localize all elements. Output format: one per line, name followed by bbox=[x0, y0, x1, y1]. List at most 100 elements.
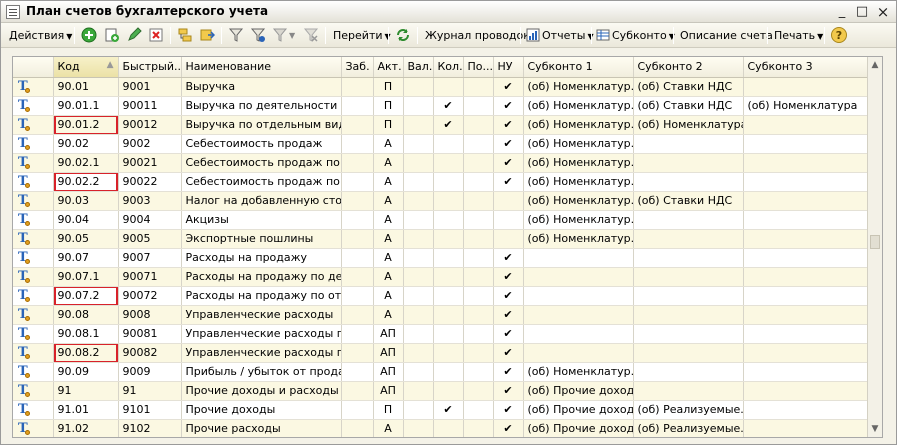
help-icon[interactable]: ? bbox=[831, 27, 847, 43]
cell-subkonto2: (об) Реализуемые... bbox=[633, 400, 744, 420]
minimize-button[interactable]: _ bbox=[833, 3, 851, 21]
column-header-quick[interactable]: Быстрый... bbox=[118, 57, 182, 78]
account-type-icon: T bbox=[17, 136, 31, 151]
copy-icon[interactable] bbox=[104, 27, 120, 43]
table-row[interactable]: T 90.01.1 90011Выручка по деятельности с .… bbox=[13, 96, 882, 116]
table-row[interactable]: T 91.02 9102 Прочие расходы А ✔ (об) Прочие до… bbox=[13, 419, 882, 437]
cell-subkonto3 bbox=[743, 362, 882, 382]
column-header-subkonto2[interactable]: Субконто 2 bbox=[633, 57, 744, 78]
cell-quantity-flag: ✔ bbox=[433, 115, 464, 135]
cell-subkonto2 bbox=[633, 381, 744, 401]
table-row[interactable]: T 90.07.1 90071Расходы на продажу по деят.… bbox=[13, 267, 882, 287]
cell-code: 91.01 bbox=[53, 400, 119, 420]
cell-account-name: Себестоимость продаж bbox=[181, 134, 342, 154]
cell-currency-flag bbox=[403, 400, 434, 420]
table-row[interactable]: T 91 91 Прочие доходы и расходы АП ✔ (об) Проч… bbox=[13, 381, 882, 401]
column-header-akt[interactable]: Акт. bbox=[373, 57, 404, 78]
table-row[interactable]: T 90.01.2 90012Выручка по отдельным вида..… bbox=[13, 115, 882, 135]
cell-account-type: А bbox=[373, 134, 404, 154]
cell-currency-flag bbox=[403, 362, 434, 382]
vertical-scrollbar[interactable]: ▲ ▼ bbox=[867, 57, 882, 437]
filter-dropdown-chevron-icon[interactable]: ▼ bbox=[289, 26, 295, 45]
hierarchy-icon[interactable] bbox=[177, 27, 193, 43]
column-header-po[interactable]: По... bbox=[463, 57, 494, 78]
table-row[interactable]: T 90.03 9003Налог на добавленную стои... А (… bbox=[13, 191, 882, 211]
delete-icon[interactable] bbox=[148, 27, 164, 43]
cell-offbalance-flag bbox=[341, 419, 374, 437]
cell-subkonto3 bbox=[743, 191, 882, 211]
maximize-button[interactable]: □ bbox=[853, 3, 871, 21]
table-row[interactable]: T 90.08.1 90081Управленческие расходы по..… bbox=[13, 324, 882, 344]
cell-account-type: А bbox=[373, 210, 404, 230]
cell-subdivision-flag bbox=[463, 115, 494, 135]
column-header-code[interactable]: Код ▲ bbox=[53, 57, 119, 78]
table-row[interactable]: T 90.02 9002 Себестоимость продаж А ✔ (об) Ном… bbox=[13, 134, 882, 154]
table-row[interactable]: T 90.02.2 90022Себестоимость продаж по о..… bbox=[13, 172, 882, 192]
cell-offbalance-flag bbox=[341, 134, 374, 154]
table-row[interactable]: T 90.01 9001 Выручка П ✔ (об) Номенклатур... (о… bbox=[13, 77, 882, 97]
filter-list-icon[interactable] bbox=[272, 27, 288, 43]
cell-code: 90.08 bbox=[53, 305, 119, 325]
print-menu[interactable]: Печать ▼ bbox=[774, 26, 823, 45]
cell-subkonto2: (об) Ставки НДС bbox=[633, 96, 744, 116]
table-row[interactable]: T 90.09 9009 Прибыль / убыток от продаж АП ✔(… bbox=[13, 362, 882, 382]
cell-currency-flag bbox=[403, 96, 434, 116]
cell-account-type: П bbox=[373, 400, 404, 420]
account-type-icon: T bbox=[17, 155, 31, 170]
table-row[interactable]: T 90.04 9004 Акцизы А (об) Номенклатур... bbox=[13, 210, 882, 230]
scroll-down-icon[interactable]: ▼ bbox=[868, 421, 882, 437]
column-header-icon[interactable] bbox=[13, 57, 54, 78]
edit-icon[interactable] bbox=[126, 27, 142, 43]
account-description-button[interactable]: Описание счета bbox=[680, 26, 773, 45]
account-code: 90.01.2 bbox=[57, 118, 100, 131]
column-header-val[interactable]: Вал. bbox=[403, 57, 434, 78]
column-header-subkonto3[interactable]: Субконто 3 bbox=[743, 57, 882, 78]
account-code: 90.09 bbox=[57, 365, 90, 378]
cell-quantity-flag bbox=[433, 305, 464, 325]
table-row[interactable]: T 90.05 9005 Экспортные пошлины А (об) Номенк… bbox=[13, 229, 882, 249]
row-icon-cell: T bbox=[13, 286, 54, 306]
filter-value-icon[interactable] bbox=[250, 27, 266, 43]
actions-menu[interactable]: Действия ▼ bbox=[9, 26, 72, 45]
reports-menu[interactable]: Отчеты▼ bbox=[542, 26, 594, 45]
column-header-zab[interactable]: Заб. bbox=[341, 57, 374, 78]
cell-subkonto1: (об) Номенклатур... bbox=[523, 134, 634, 154]
table-row[interactable]: T 90.07 9007 Расходы на продажу А ✔ bbox=[13, 248, 882, 268]
cell-account-name: Себестоимость продаж по д... bbox=[181, 153, 342, 173]
row-icon-cell: T bbox=[13, 210, 54, 230]
accounts-grid[interactable]: Код ▲ Быстрый... Наименование Заб. Акт. В… bbox=[12, 56, 883, 438]
filter-icon[interactable] bbox=[228, 27, 244, 43]
subkonto-menu[interactable]: Субконто ▼ bbox=[612, 26, 675, 45]
table-row[interactable]: T 91.01 9101 Прочие доходы П ✔ ✔ (об) Прочие до… bbox=[13, 400, 882, 420]
scroll-up-icon[interactable]: ▲ bbox=[868, 57, 882, 73]
cell-subkonto1: (об) Номенклатур... bbox=[523, 210, 634, 230]
cell-account-type: АП bbox=[373, 343, 404, 363]
cell-quick-code: 9005 bbox=[118, 229, 182, 249]
scroll-thumb[interactable] bbox=[870, 235, 880, 249]
refresh-icon[interactable] bbox=[395, 27, 411, 43]
close-button[interactable]: × bbox=[874, 3, 892, 21]
column-header-name[interactable]: Наименование bbox=[181, 57, 342, 78]
cell-quantity-flag bbox=[433, 191, 464, 211]
table-row[interactable]: T 90.08.2 90082Управленческие расходы по..… bbox=[13, 343, 882, 363]
cell-account-name: Акцизы bbox=[181, 210, 342, 230]
cell-quick-code: 9102 bbox=[118, 419, 182, 437]
cell-account-name: Управленческие расходы по... bbox=[181, 324, 342, 344]
clear-filter-icon[interactable] bbox=[303, 27, 319, 43]
add-icon[interactable] bbox=[81, 27, 97, 43]
table-row[interactable]: T 90.07.2 90072Расходы на продажу по отде.… bbox=[13, 286, 882, 306]
cell-currency-flag bbox=[403, 343, 434, 363]
table-row[interactable]: T 90.08 9008 Управленческие расходы А ✔ bbox=[13, 305, 882, 325]
table-row[interactable]: T 90.02.1 90021Себестоимость продаж по д..… bbox=[13, 153, 882, 173]
cell-tax-accounting-flag: ✔ bbox=[493, 362, 524, 382]
row-icon-cell: T bbox=[13, 115, 54, 135]
column-header-nu[interactable]: НУ bbox=[493, 57, 524, 78]
move-to-group-icon[interactable] bbox=[199, 27, 215, 43]
journal-button[interactable]: Журнал проводок bbox=[425, 26, 530, 45]
account-code: 90.08.2 bbox=[57, 346, 100, 359]
column-header-subkonto1[interactable]: Субконто 1 bbox=[523, 57, 634, 78]
cell-quick-code: 91 bbox=[118, 381, 182, 401]
column-header-kol[interactable]: Кол. bbox=[433, 57, 464, 78]
cell-subkonto3 bbox=[743, 381, 882, 401]
goto-menu[interactable]: Перейти▼ bbox=[333, 26, 391, 45]
